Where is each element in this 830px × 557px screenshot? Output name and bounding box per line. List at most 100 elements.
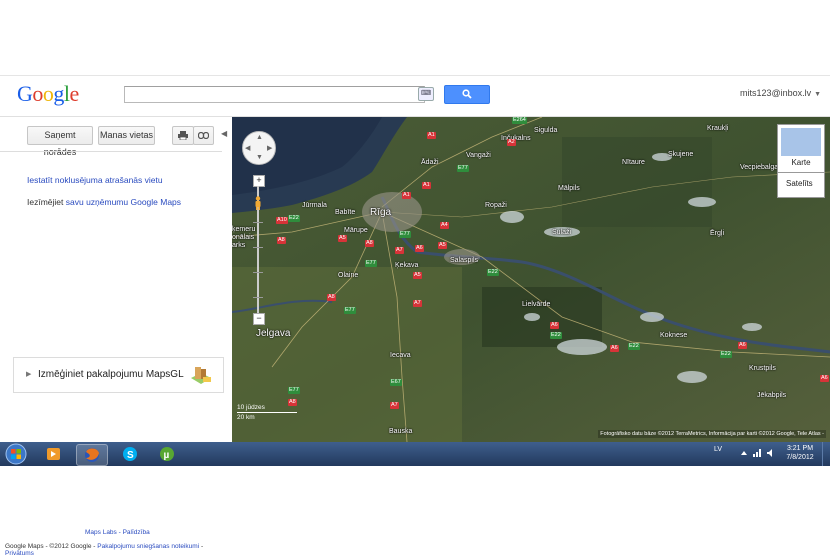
footer-labs-help: Maps Labs - Palīdzība (85, 529, 150, 536)
road-shield: A8 (365, 240, 374, 247)
my-places-button[interactable]: Manas vietas (98, 126, 155, 145)
windows-start-icon[interactable] (3, 442, 29, 466)
firefox-taskbar-icon[interactable] (76, 444, 108, 466)
windows-taskbar: S µ LV 3:21 PM 7/8/2012 (0, 442, 830, 466)
pan-right-icon[interactable]: ▶ (267, 144, 272, 152)
place-adazi: Ādaži (421, 159, 439, 166)
road-shield: E77 (399, 231, 411, 238)
road-shield: A2 (507, 139, 516, 146)
collapse-panel-icon[interactable]: ◀ (221, 129, 227, 138)
map-thumbnail-icon (781, 128, 821, 156)
place-vangazi: Vangaži (466, 152, 491, 159)
map-type-satelite-label: Satelīts (786, 179, 813, 188)
sidebar-panel: Saņemt norādes Manas vietas ◀ Iestatīt n… (0, 117, 232, 557)
language-indicator[interactable]: LV (714, 446, 722, 453)
place-incukalns: Inčukalns (501, 135, 531, 142)
road-shield: E77 (288, 387, 300, 394)
road-shield: A1 (427, 132, 436, 139)
road-shield: E22 (487, 269, 499, 276)
pan-up-icon[interactable]: ▲ (256, 134, 263, 141)
sidebar-divider (0, 151, 222, 152)
place-nitaure: Nītaure (622, 159, 645, 166)
zoom-tick[interactable] (253, 247, 263, 248)
terms-link[interactable]: Pakalpojumu sniegšanas noteikumi (97, 543, 199, 550)
keyboard-icon[interactable]: ⌨ (418, 87, 434, 101)
zoom-in-button[interactable]: + (253, 175, 265, 187)
expand-arrow-icon: ▶ (26, 371, 32, 378)
place-kemeru: ķemeru (232, 226, 256, 233)
skype-taskbar-icon[interactable]: S (115, 444, 145, 464)
footer-legal: Google Maps - ©2012 Google - Pakalpojumu… (5, 543, 204, 557)
scale-bar: 10 jūdzes 20 km (237, 404, 297, 421)
pegman-icon[interactable] (254, 196, 262, 210)
zoom-tick[interactable] (253, 297, 263, 298)
zoom-out-button[interactable]: − (253, 313, 265, 325)
pan-control[interactable]: ▲ ▼ ◀ ▶ (242, 131, 276, 165)
google-logo[interactable]: Google (17, 81, 79, 107)
media-player-taskbar-icon[interactable] (38, 444, 68, 464)
place-koknese: Koknese (660, 332, 688, 339)
clock-time: 3:21 PM (786, 445, 814, 452)
network-icon[interactable] (752, 448, 762, 458)
maps-labs-link[interactable]: Maps Labs (85, 529, 117, 536)
link-button[interactable] (193, 126, 214, 145)
road-shield: A1 (422, 182, 431, 189)
pan-down-icon[interactable]: ▼ (256, 154, 263, 161)
satellite-map[interactable]: Rīga Jūrmala Babīte Mārupe Olaine Ķekava… (232, 117, 830, 442)
utorrent-taskbar-icon[interactable]: µ (152, 444, 182, 464)
save-business-prefix: Iezīmējiet (27, 197, 64, 207)
map-type-satelite[interactable]: Satelīts (777, 172, 825, 198)
road-shield: A1 (402, 192, 411, 199)
zoom-slider-handle[interactable] (253, 272, 263, 273)
mapsgl-promo[interactable]: ▶ Izmēģiniet pakalpojumu MapsGL (13, 357, 224, 393)
copyright-text: Google Maps - ©2012 Google - (5, 543, 96, 550)
road-shield: A5 (338, 235, 347, 242)
road-shield: A6 (820, 375, 829, 382)
place-marupe: Mārupe (344, 227, 368, 234)
zoom-tick[interactable] (253, 222, 263, 223)
save-business-link[interactable]: savu uzņēmumu Google Maps (66, 197, 181, 207)
place-jurmala: Jūrmala (302, 202, 327, 209)
tray-arrow-icon[interactable] (740, 448, 748, 456)
road-shield: E77 (457, 165, 469, 172)
help-link[interactable]: Palīdzība (123, 529, 150, 536)
map-copyright: Fotogrāfisko datu bāze ©2012 TerraMetric… (598, 430, 826, 438)
place-parks: arks (232, 242, 246, 249)
map-type-karte[interactable]: Karte (777, 124, 825, 173)
print-button[interactable] (172, 126, 194, 145)
place-sigulda: Sigulda (534, 127, 558, 134)
road-shield: A6 (738, 342, 747, 349)
privacy-link[interactable]: Privātums (5, 550, 34, 557)
mapsgl-label: Izmēģiniet pakalpojumu MapsGL (38, 369, 184, 380)
road-shield: A10 (276, 217, 288, 224)
place-jekabpils: Jēkabpils (757, 392, 787, 399)
set-default-location-link[interactable]: Iestatīt noklusējuma atrašanās vietu (27, 175, 163, 185)
place-bauska: Bauska (389, 428, 413, 435)
road-shield: A5 (413, 272, 422, 279)
blank-browser-area (0, 0, 830, 76)
print-icon (178, 131, 188, 141)
place-sulazi: Sulaži (552, 229, 572, 236)
road-shield: A7 (413, 300, 422, 307)
place-kraukli: Kraukļi (707, 125, 729, 132)
system-clock[interactable]: 3:21 PM 7/8/2012 (782, 444, 818, 462)
save-business-text: Iezīmējiet savu uzņēmumu Google Maps (27, 197, 181, 207)
road-shield: A8 (327, 294, 336, 301)
show-desktop-button[interactable] (822, 442, 830, 466)
search-button[interactable] (444, 85, 490, 104)
road-shield: E22 (628, 343, 640, 350)
search-input[interactable] (124, 86, 425, 103)
search-icon (462, 89, 472, 99)
chevron-down-icon: ▼ (814, 91, 822, 98)
place-nationals: onālais (232, 234, 255, 241)
road-shield: A6 (550, 322, 559, 329)
road-shield: A5 (438, 242, 447, 249)
account-menu[interactable]: mits123@inbox.lv ▼ (740, 88, 821, 98)
pan-left-icon[interactable]: ◀ (245, 144, 250, 152)
get-directions-button[interactable]: Saņemt norādes (27, 126, 93, 157)
road-shield: A7 (390, 402, 399, 409)
scale-km: 20 km (237, 414, 255, 421)
place-malpils: Mālpils (558, 185, 580, 192)
volume-icon[interactable] (766, 448, 776, 458)
clock-date: 7/8/2012 (786, 454, 814, 461)
